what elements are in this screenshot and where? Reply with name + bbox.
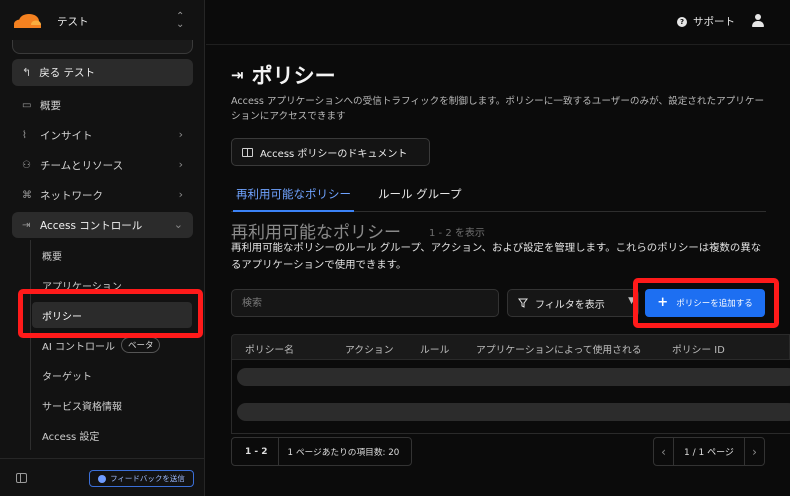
back-button-label: 戻る テスト: [39, 67, 96, 79]
sidebar-item-access-control[interactable]: ⇥ Access コントロール ⌄: [12, 212, 193, 238]
highlight-box: [633, 278, 779, 328]
tab-rule-groups[interactable]: ルール グループ: [378, 186, 461, 212]
table-header: ポリシー名 アクション ルール アプリケーションによって使用される ポリシー I…: [231, 334, 790, 360]
chevron-right-icon: ›: [178, 128, 183, 141]
column-header-policy-id[interactable]: ポリシー ID: [672, 342, 725, 356]
sidebar-subitem-label: AI コントロール: [42, 341, 115, 353]
column-header-policy-name[interactable]: ポリシー名: [245, 342, 294, 356]
feedback-button-label: フィードバックを送信: [110, 474, 185, 483]
submenu-tree-line: [30, 240, 31, 450]
filter-icon: [518, 298, 528, 308]
team-icon: ⚇: [22, 159, 31, 171]
pagination-range: 1 - 2: [232, 438, 279, 465]
chevron-right-icon: ›: [178, 158, 183, 171]
sidebar-item-label: Access コントロール: [40, 219, 143, 232]
sidebar-item-team-resources[interactable]: ⚇ チームとリソース ›: [12, 152, 193, 178]
page-description: Access アプリケーションへの受信トラフィックを制御します。ポリシーに一致す…: [231, 96, 765, 122]
highlight-box: [18, 289, 203, 338]
window-icon: ▭: [22, 99, 32, 111]
support-link[interactable]: ? サポート: [677, 14, 735, 29]
account-header[interactable]: テスト ⌃ ⌄: [0, 0, 205, 44]
back-button[interactable]: ↰ 戻る テスト: [12, 59, 193, 86]
sidebar-item-label: 概要: [40, 99, 61, 112]
access-policy-icon: ⇥: [231, 66, 244, 84]
network-icon: ⌘: [22, 189, 32, 201]
sidebar-subitem-label: Access 設定: [42, 431, 100, 443]
page-navigation: ‹ 1 / 1 ページ ›: [653, 437, 765, 466]
sidebar-footer: フィードバックを送信: [0, 458, 205, 496]
sidebar-item-network[interactable]: ⌘ ネットワーク ›: [12, 182, 193, 208]
search-input[interactable]: [231, 289, 499, 317]
sidebar-item-label: チームとリソース: [40, 159, 124, 172]
column-header-used-by-apps[interactable]: アプリケーションによって使用される: [476, 342, 642, 356]
policy-docs-button[interactable]: Access ポリシーのドキュメント: [231, 138, 430, 166]
beta-badge: ベータ: [120, 337, 161, 353]
page-indicator: 1 / 1 ページ: [684, 448, 734, 458]
tab-reusable-policies[interactable]: 再利用可能なポリシー: [233, 186, 354, 212]
section-description: 再利用可能なポリシーのルール グループ、アクション、および設定を管理します。これ…: [231, 242, 762, 271]
chat-bubble-icon: [98, 474, 107, 483]
top-bar: ? サポート: [206, 0, 790, 45]
page-title-text: ポリシー: [251, 64, 336, 88]
user-icon[interactable]: [752, 14, 764, 28]
items-per-page[interactable]: 1 ページあたりの項目数: 20: [279, 445, 400, 458]
help-icon: ?: [677, 16, 687, 27]
sidebar: テスト ⌃ ⌄ ↰ 戻る テスト ▭ 概要 ⌇ インサイト › ⚇ チームとリソー…: [0, 0, 205, 496]
loading-skeleton-row: [237, 368, 790, 386]
chevron-updown-icon[interactable]: ⌃ ⌄: [176, 12, 184, 30]
loading-skeleton-row: [237, 403, 790, 421]
page-title: ⇥ ポリシー: [231, 60, 336, 90]
chart-icon: ⌇: [22, 129, 27, 141]
result-count: 1 - 2 を表示: [429, 228, 485, 239]
sidebar-subitem-label: サービス資格情報: [42, 401, 122, 413]
sidebar-subitem-overview[interactable]: 概要: [32, 242, 192, 268]
access-icon: ⇥: [22, 219, 31, 231]
column-header-action[interactable]: アクション: [345, 342, 394, 356]
chevron-right-icon: ›: [178, 188, 183, 201]
policy-docs-label: Access ポリシーのドキュメント: [260, 148, 408, 160]
support-label: サポート: [693, 16, 735, 28]
sidebar-subitem-label: ターゲット: [42, 371, 92, 383]
collapse-sidebar-icon[interactable]: [16, 473, 27, 483]
sidebar-scroll-edge: [12, 40, 193, 54]
tab-bar: 再利用可能なポリシー ルール グループ: [231, 182, 766, 212]
user-icon-body: [752, 21, 764, 27]
sidebar-item-label: インサイト: [40, 129, 93, 142]
feedback-button[interactable]: フィードバックを送信: [89, 470, 194, 487]
book-icon: [242, 147, 253, 157]
account-name: テスト: [57, 16, 89, 28]
cloudflare-logo-icon: [12, 14, 42, 30]
filter-label: フィルタを表示: [535, 299, 605, 311]
filter-button[interactable]: フィルタを表示 ▼: [507, 289, 639, 317]
column-header-rules[interactable]: ルール: [420, 342, 449, 356]
chevron-left-icon[interactable]: ‹: [654, 438, 674, 465]
sidebar-item-insights[interactable]: ⌇ インサイト ›: [12, 122, 193, 148]
back-arrow-icon: ↰: [22, 66, 32, 79]
sidebar-subitem-targets[interactable]: ターゲット: [32, 362, 192, 388]
table-body: [231, 360, 790, 434]
user-icon-head: [755, 14, 761, 20]
sidebar-subitem-access-settings[interactable]: Access 設定: [32, 422, 192, 448]
pagination-info: 1 - 2 1 ページあたりの項目数: 20: [231, 437, 412, 466]
sidebar-item-label: ネットワーク: [40, 189, 103, 202]
sidebar-subitem-service-credentials[interactable]: サービス資格情報: [32, 392, 192, 418]
sidebar-item-overview[interactable]: ▭ 概要: [12, 92, 193, 118]
chevron-down-icon: ⌄: [173, 218, 183, 231]
main-content: ⇥ ポリシー Access アプリケーションへの受信トラフィックを制御します。ポ…: [206, 46, 790, 496]
chevron-right-icon[interactable]: ›: [744, 438, 764, 465]
sidebar-subitem-label: 概要: [42, 251, 62, 263]
